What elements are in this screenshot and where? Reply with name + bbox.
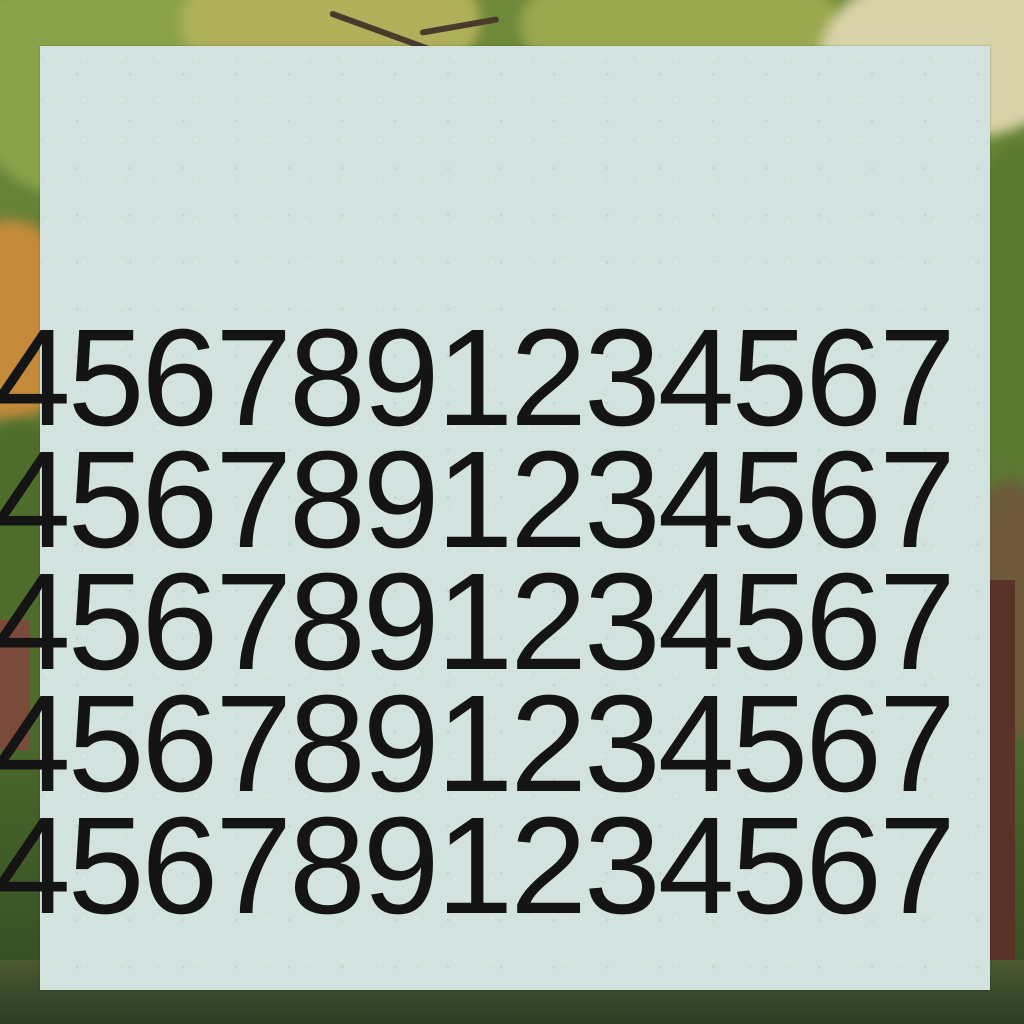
number-row: 4567891234567 — [0, 318, 956, 438]
number-row: 4567891234567 — [0, 806, 956, 926]
number-rows: 4567891234567 4567891234567 456789123456… — [0, 0, 1024, 1024]
number-row: 4567891234567 — [0, 684, 956, 804]
number-row: 4567891234567 — [0, 440, 956, 560]
number-row: 4567891234567 — [0, 562, 956, 682]
